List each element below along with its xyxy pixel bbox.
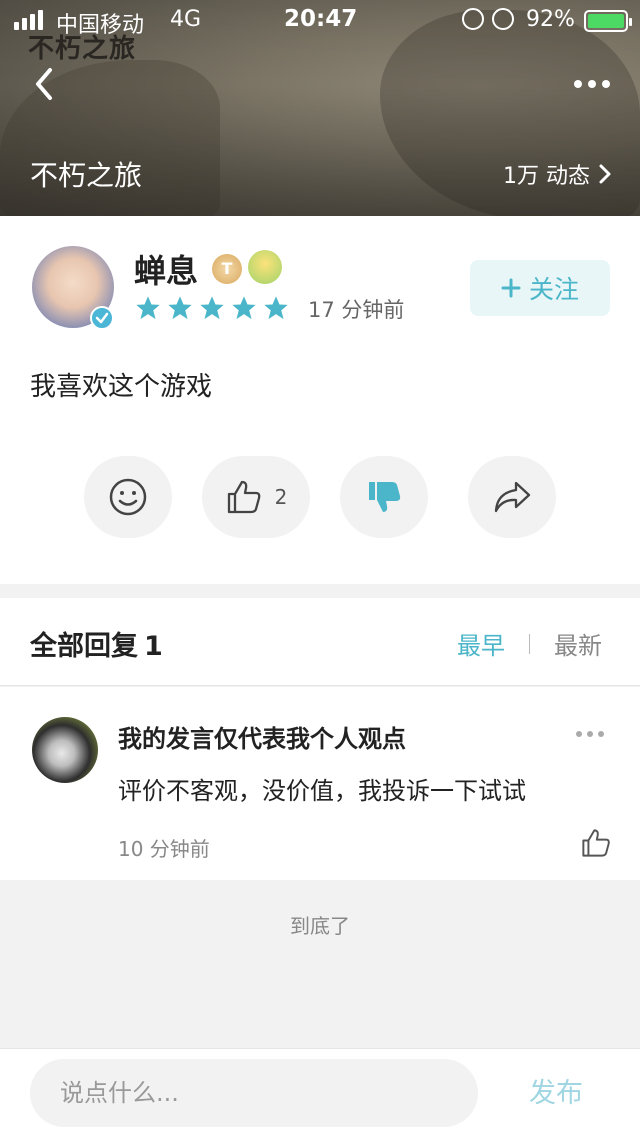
post-card: 蝉息 T 17 分钟前 关注 我喜欢这个游戏 2 (0, 216, 640, 584)
reply-content: 评价不客观，没价值，我投诉一下试试 (118, 777, 526, 805)
sort-earliest-tab[interactable]: 最早 (457, 626, 505, 661)
star-icon (232, 296, 256, 320)
carrier-name: 中国移动 (56, 13, 145, 38)
comment-input[interactable] (30, 1059, 478, 1127)
emoji-react-button[interactable] (84, 456, 172, 538)
game-title[interactable]: 不朽之旅 (30, 154, 142, 194)
replies-header: 全部回复 1 最早 最新 (0, 598, 640, 686)
dislike-button[interactable] (340, 456, 428, 538)
star-icon (200, 296, 224, 320)
like-count: 2 (274, 485, 288, 509)
orientation-lock-icon (462, 8, 484, 30)
comment-bar: 发布 (0, 1048, 640, 1136)
network-type: 4G (170, 7, 202, 32)
reply-more-button[interactable] (576, 731, 604, 737)
smiley-icon (109, 478, 147, 516)
battery-percent: 92% (526, 7, 575, 32)
publish-button[interactable]: 发布 (506, 1071, 606, 1110)
follow-button[interactable]: 关注 (470, 260, 610, 316)
star-icon (264, 296, 288, 320)
post-content: 我喜欢这个游戏 (30, 372, 213, 402)
level-badge-icon: T (212, 254, 242, 284)
username[interactable]: 蝉息 (134, 246, 198, 292)
end-of-list-text: 到底了 (290, 914, 350, 938)
status-bar: 中国移动 4G 20:47 92% (0, 0, 640, 40)
signal-icon (14, 10, 43, 30)
like-button[interactable]: 2 (202, 456, 310, 538)
posts-count: 1万 动态 (503, 164, 590, 189)
game-posts-link[interactable]: 1万 动态 (503, 158, 612, 190)
rating-stars (134, 294, 290, 322)
sort-latest-tab[interactable]: 最新 (554, 626, 602, 661)
share-button[interactable] (468, 456, 556, 538)
thumbs-up-icon (227, 480, 260, 514)
reply-item: 我的发言仅代表我个人观点 评价不客观，没价值，我投诉一下试试 10 分钟前 (0, 687, 640, 880)
reply-avatar[interactable] (32, 717, 98, 783)
chevron-left-icon (36, 68, 52, 100)
replies-title: 全部回复 1 (30, 631, 163, 662)
chevron-right-icon (599, 164, 611, 184)
back-button[interactable] (30, 64, 60, 104)
more-dots-icon (574, 80, 582, 88)
thumbs-up-icon (582, 829, 610, 857)
replies-count: 1 (144, 631, 163, 662)
star-icon (168, 296, 192, 320)
battery-icon (584, 10, 632, 32)
star-icon (136, 296, 160, 320)
more-options-button[interactable] (574, 74, 618, 94)
post-time: 17 分钟前 (308, 298, 405, 322)
character-badge-icon (248, 250, 282, 284)
thumbs-down-icon (369, 482, 401, 512)
share-icon (494, 481, 531, 513)
alarm-icon (492, 8, 514, 30)
verified-badge-icon (90, 306, 114, 330)
sort-options: 最早 最新 (457, 626, 602, 661)
reply-username[interactable]: 我的发言仅代表我个人观点 (118, 719, 406, 754)
plus-icon (501, 278, 521, 298)
follow-label: 关注 (528, 275, 579, 304)
more-dots-icon (576, 731, 582, 737)
sort-divider (529, 633, 530, 654)
reply-time: 10 分钟前 (118, 837, 210, 861)
reply-like-button[interactable] (580, 827, 612, 859)
clock: 20:47 (284, 6, 358, 32)
